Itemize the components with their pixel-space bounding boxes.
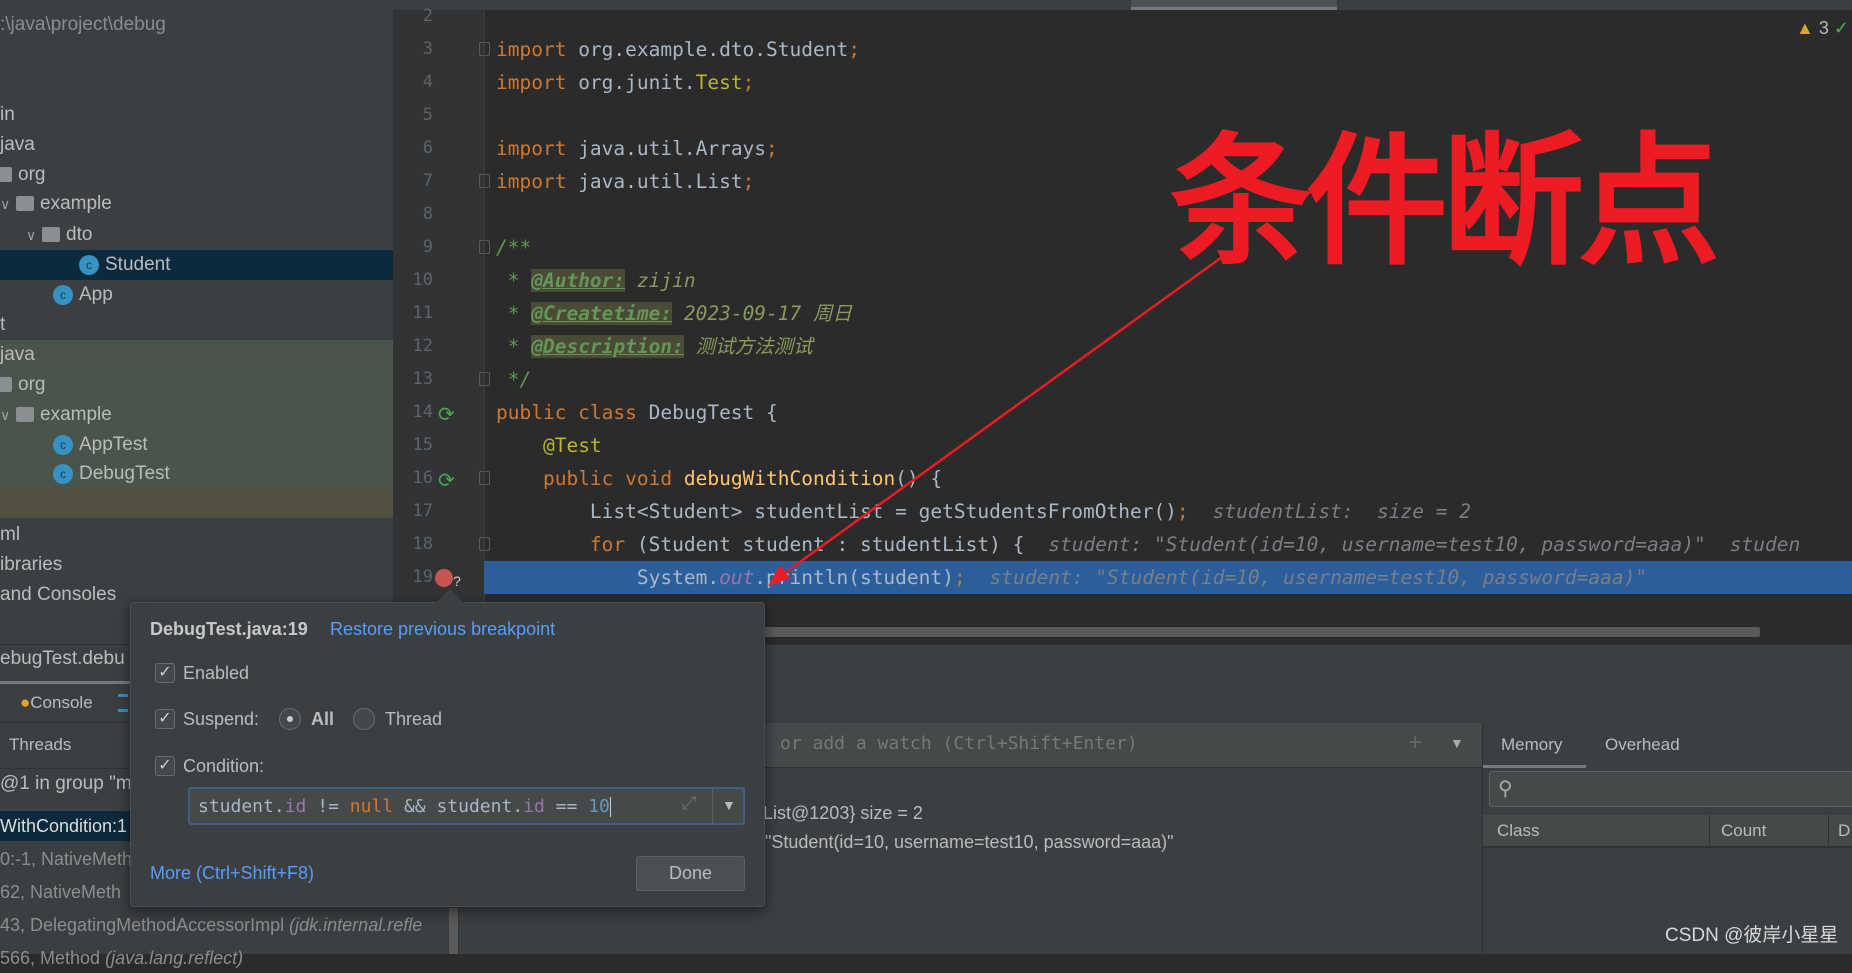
suspend-thread-label: Thread <box>385 709 443 729</box>
console-tab[interactable]: ●Console <box>20 693 93 713</box>
memory-tab-underline <box>1483 765 1586 768</box>
condition-token: id <box>284 796 307 817</box>
enabled-label: Enabled <box>183 663 250 683</box>
stack-frame[interactable]: 43, DelegatingMethodAccessorImpl (jdk.in… <box>0 910 458 940</box>
more-link[interactable]: More (Ctrl+Shift+F8) <box>150 863 314 884</box>
chevron-down-icon[interactable]: ▼ <box>1450 735 1464 751</box>
console-icon: ● <box>20 693 31 712</box>
add-watch-icon[interactable]: + <box>1408 729 1422 757</box>
variable-row[interactable]: "Student(id=10, username=test10, passwor… <box>765 832 1174 853</box>
done-label: Done <box>668 863 713 883</box>
text-cursor <box>609 797 611 817</box>
breakpoint-popup: DebugTest.java:19 Restore previous break… <box>130 589 765 907</box>
restore-breakpoint-link[interactable]: Restore previous breakpoint <box>330 619 555 640</box>
popup-pointer <box>436 589 464 603</box>
suspend-label: Suspend: <box>183 709 260 729</box>
condition-checkbox[interactable]: ✓ <box>155 756 175 776</box>
divider <box>712 789 713 823</box>
tab-memory[interactable]: Memory <box>1501 735 1562 755</box>
divider <box>1709 815 1710 848</box>
column-d[interactable]: D <box>1838 821 1850 841</box>
stack-frame[interactable]: 566, Method (java.lang.reflect) <box>0 943 458 973</box>
frame-package: (jdk.internal.refle <box>289 915 423 935</box>
suspend-all-label: All <box>311 709 335 729</box>
console-tab-label: Console <box>30 693 93 712</box>
expand-icon[interactable]: ⤢ <box>682 793 696 814</box>
watch-placeholder: or add a watch (Ctrl+Shift+Enter) <box>780 733 1138 754</box>
column-class[interactable]: Class <box>1497 821 1540 841</box>
frame-label: 566, Method <box>0 948 106 968</box>
debug-session-tab[interactable]: ebugTest.debu <box>0 648 125 670</box>
condition-token: student. <box>198 796 285 817</box>
condition-token: == <box>544 796 589 817</box>
tab-overhead[interactable]: Overhead <box>1605 735 1680 755</box>
condition-input[interactable]: student.id != null && student.id == 10 ⤢… <box>188 787 745 825</box>
condition-text: student.id != null && student.id == 10 <box>198 796 611 817</box>
divider <box>1828 815 1829 848</box>
frame-label: 43, DelegatingMethodAccessorImpl <box>0 915 290 935</box>
suspend-checkbox[interactable]: ✓ <box>155 709 175 729</box>
suspend-thread-radio[interactable] <box>353 708 375 730</box>
condition-history-dropdown-icon[interactable]: ▼ <box>722 797 736 813</box>
condition-label: Condition: <box>183 756 265 776</box>
frames-scrollbar[interactable] <box>449 908 458 954</box>
frame-label: 62, NativeMeth <box>0 882 122 902</box>
layout-icon[interactable] <box>118 694 128 712</box>
threads-tab[interactable]: Threads <box>9 735 71 755</box>
suspend-all-radio[interactable] <box>279 708 301 730</box>
popup-title: DebugTest.java:19 <box>150 619 308 639</box>
condition-token: id <box>523 796 545 817</box>
thread-group[interactable]: @1 in group "m <box>0 773 132 795</box>
condition-token: 10 <box>588 796 610 817</box>
frame-label: 0:-1, NativeMeth <box>0 849 133 869</box>
condition-token: && student. <box>393 796 524 817</box>
frame-package: (java.lang.reflect) <box>105 948 244 968</box>
session-tab-underline <box>0 681 130 684</box>
memory-table-header: Class Count D <box>1483 815 1852 848</box>
column-count[interactable]: Count <box>1721 821 1766 841</box>
watermark: CSDN @彼岸小星星 <box>1665 925 1839 946</box>
condition-token: != <box>306 796 350 817</box>
frame-label: WithCondition:1 <box>0 816 128 836</box>
search-icon: ⚲ <box>1498 778 1513 800</box>
editor-scrollbar[interactable] <box>760 627 1760 637</box>
enabled-checkbox[interactable]: ✓ <box>155 663 175 683</box>
variable-row[interactable]: List@1203} size = 2 <box>763 803 923 824</box>
condition-token: null <box>349 796 394 817</box>
memory-search-input[interactable]: ⚲ <box>1489 771 1852 807</box>
done-button[interactable]: Done <box>636 856 745 891</box>
